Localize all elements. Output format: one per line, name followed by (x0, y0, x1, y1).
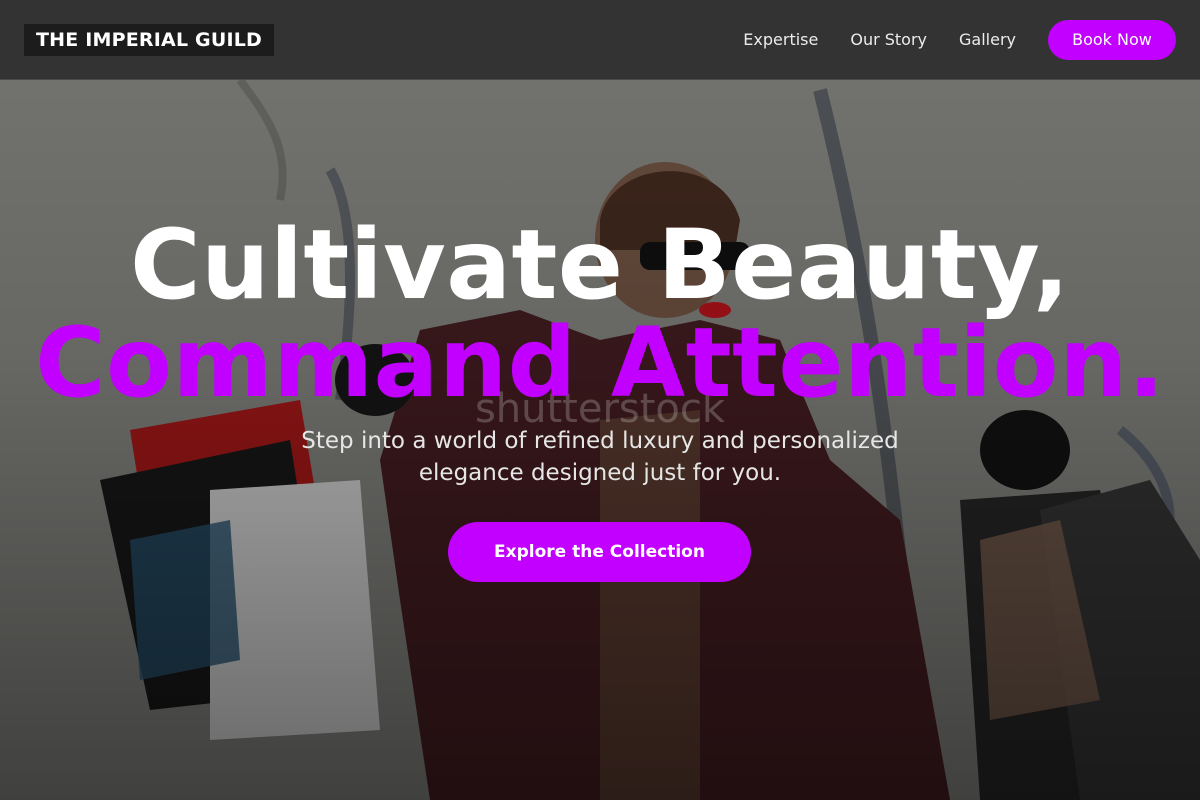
nav-link-our-story[interactable]: Our Story (850, 30, 927, 49)
hero-headline-line2: Command Attention. (35, 307, 1165, 419)
main-nav: Expertise Our Story Gallery Book Now (711, 19, 1176, 60)
hero-subtitle: Step into a world of refined luxury and … (301, 428, 899, 486)
brand-logo[interactable]: THE IMPERIAL GUILD (24, 23, 275, 56)
book-now-button[interactable]: Book Now (1048, 19, 1176, 60)
nav-link-expertise[interactable]: Expertise (743, 30, 818, 49)
top-navbar: THE IMPERIAL GUILD Expertise Our Story G… (0, 0, 1200, 80)
nav-link-gallery[interactable]: Gallery (959, 30, 1016, 49)
hero-headline-line1: Cultivate Beauty, (130, 209, 1070, 321)
explore-collection-button[interactable]: Explore the Collection (448, 522, 751, 582)
hero-section: Cultivate Beauty, Command Attention. Ste… (0, 0, 1200, 800)
